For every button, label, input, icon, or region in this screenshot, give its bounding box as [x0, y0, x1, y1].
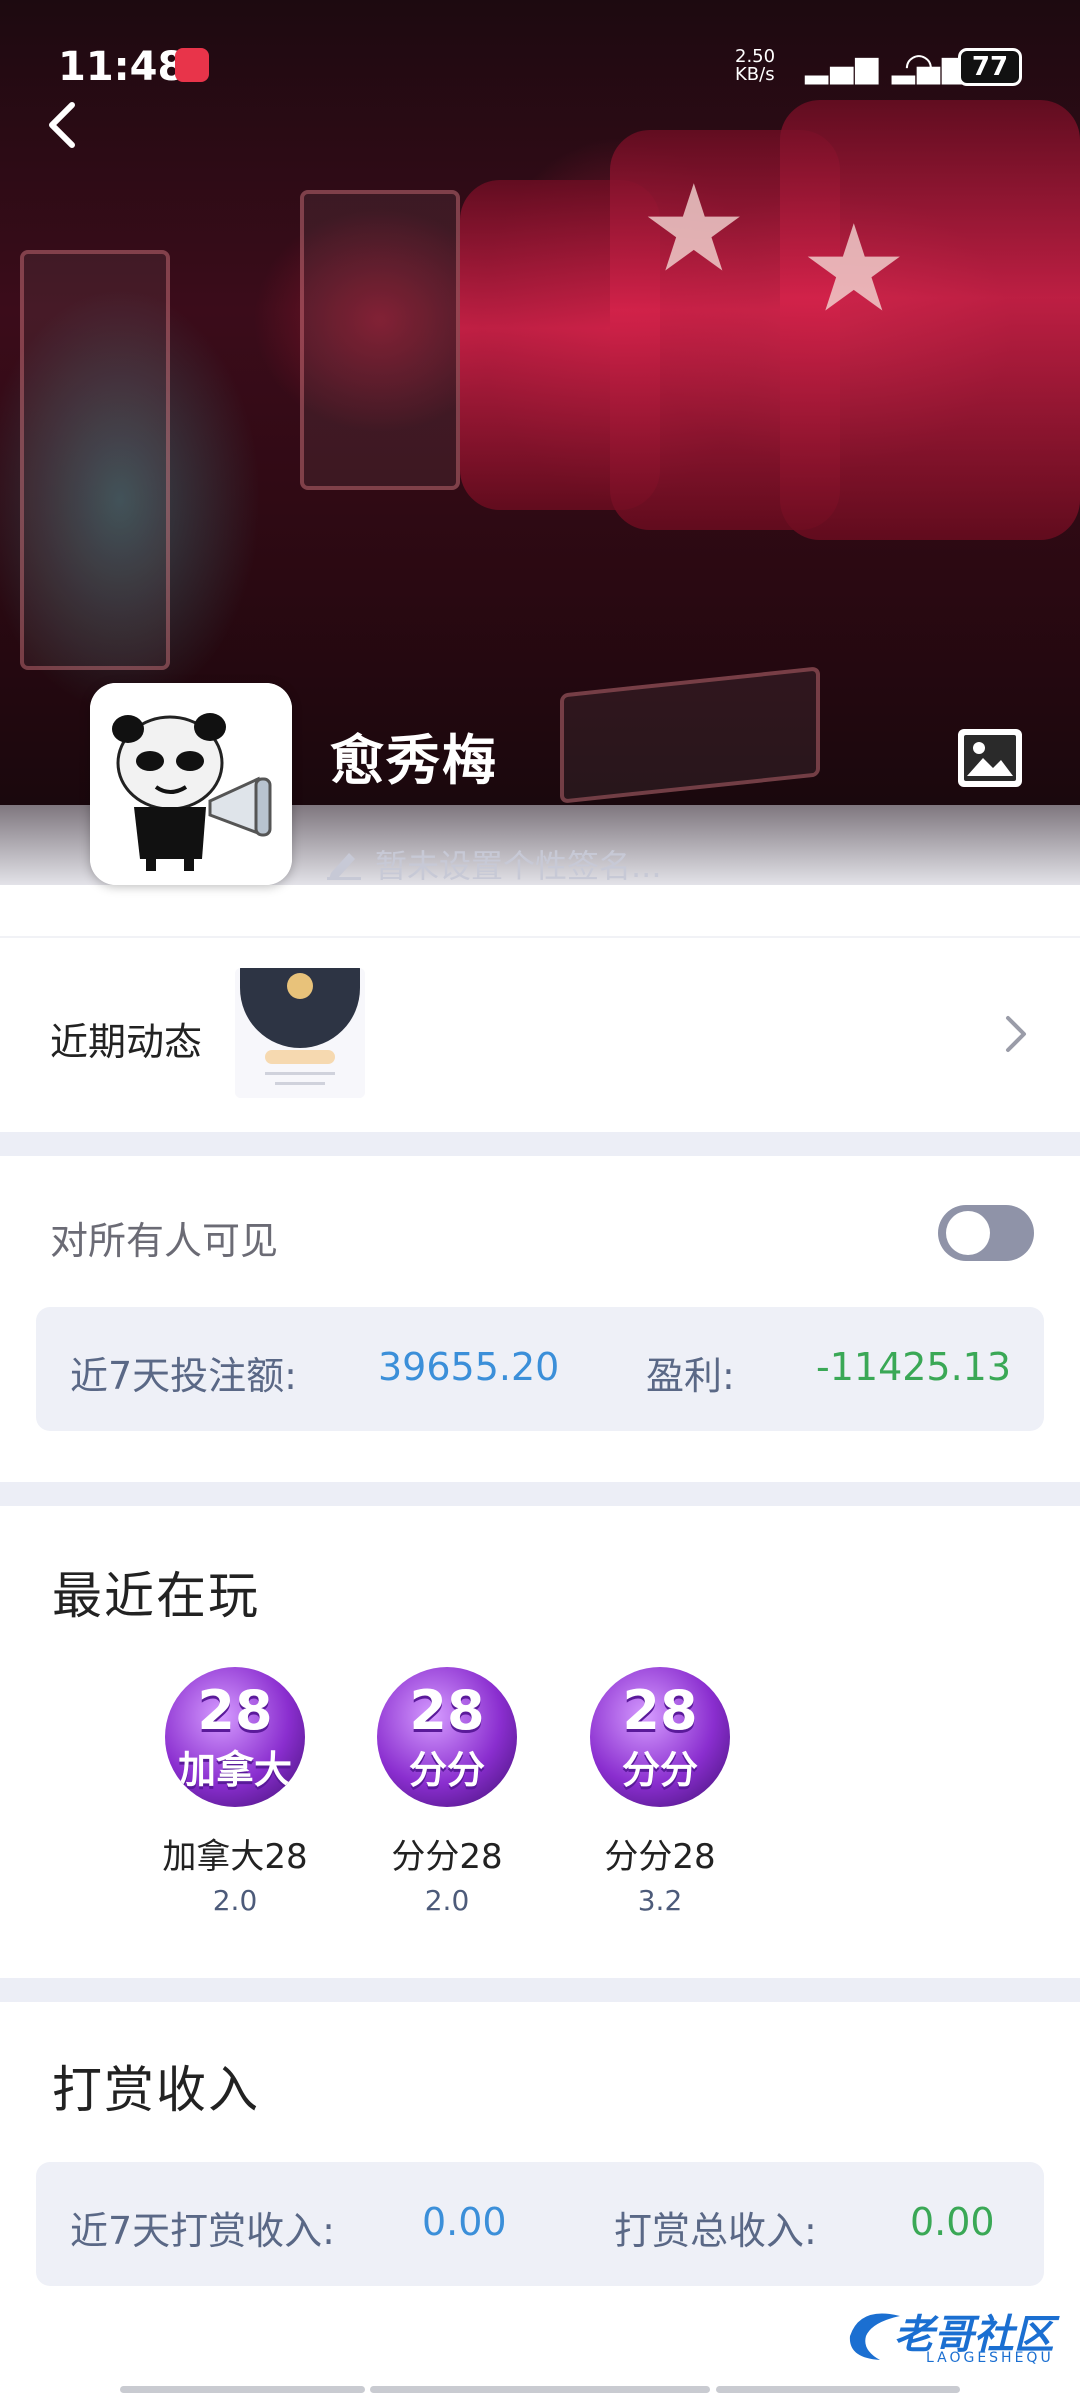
image-icon	[958, 729, 1022, 787]
signal-icon: ▂▄▆ ▂▄▆	[805, 50, 967, 85]
signature-placeholder: 暂未设置个性签名...	[375, 847, 662, 885]
wifi-icon: ◠	[904, 46, 934, 86]
nav-indicator	[120, 2386, 365, 2393]
game-name: 加拿大28	[162, 1837, 308, 1877]
change-background-button[interactable]	[955, 726, 1025, 790]
recent-activity-thumbnail[interactable]	[235, 968, 365, 1098]
recent-activity-chevron[interactable]	[1000, 1012, 1030, 1056]
app-notification-icon	[175, 48, 209, 82]
watermark-logo: 老哥社区 LAOGESHEQU	[840, 2300, 1070, 2372]
username: 愈秀梅	[330, 729, 498, 792]
tip-income-title: 打赏收入	[52, 2061, 260, 2119]
week-tip-label: 近7天打赏收入:	[70, 2209, 335, 2253]
game-icon-subtitle: 分分	[621, 1748, 698, 1792]
visibility-toggle[interactable]	[938, 1205, 1034, 1261]
profit-value: -11425.13	[816, 1345, 1012, 1389]
roulette-thumbnail-image	[235, 968, 365, 1098]
game-icon: 28 加拿大	[165, 1667, 305, 1807]
nav-indicator	[370, 2386, 710, 2393]
game-icon-number: 28	[622, 1679, 698, 1742]
bet-amount-value: 39655.20	[378, 1345, 560, 1389]
edit-pencil-icon	[327, 853, 361, 880]
game-icon-number: 28	[409, 1679, 485, 1742]
network-speed: 2.50 KB/s	[735, 46, 776, 85]
panda-meme-avatar	[90, 683, 292, 885]
section-separator	[0, 1978, 1080, 2002]
betting-stats-box: 近7天投注额: 39655.20 盈利: -11425.13	[36, 1307, 1044, 1431]
tip-income-box: 近7天打赏收入: 0.00 打赏总收入: 0.00	[36, 2162, 1044, 2286]
nav-indicator	[716, 2386, 960, 2393]
avatar[interactable]	[90, 683, 292, 885]
game-item[interactable]: 28 分分 分分28 3.2	[575, 1667, 745, 1917]
week-tip-value: 0.00	[422, 2200, 507, 2244]
back-button[interactable]	[40, 95, 90, 155]
game-version: 2.0	[424, 1884, 470, 1917]
profit-label: 盈利:	[646, 1354, 735, 1398]
game-name: 分分28	[391, 1837, 503, 1877]
game-icon-subtitle: 分分	[408, 1748, 485, 1792]
game-item[interactable]: 28 分分 分分28 2.0	[362, 1667, 532, 1917]
status-time: 11:48	[58, 44, 186, 90]
visibility-label: 对所有人可见	[50, 1219, 279, 1263]
recent-activity-label: 近期动态	[50, 1020, 203, 1064]
toggle-knob	[946, 1211, 990, 1255]
game-icon-number: 28	[197, 1679, 273, 1742]
game-icon: 28 分分	[377, 1667, 517, 1807]
section-separator	[0, 1482, 1080, 1506]
section-separator	[0, 1132, 1080, 1156]
back-arrow-icon	[49, 102, 75, 148]
total-tip-value: 0.00	[910, 2200, 995, 2244]
status-bar: 11:48 2.50 KB/s ▂▄▆ ▂▄▆ ◠ 77	[0, 0, 1080, 130]
game-version: 2.0	[212, 1884, 258, 1917]
game-icon: 28 分分	[590, 1667, 730, 1807]
game-version: 3.2	[637, 1884, 683, 1917]
recent-activity-row[interactable]: 近期动态	[0, 936, 1080, 1132]
watermark-subtext: LAOGESHEQU	[926, 2350, 1054, 2366]
game-icon-subtitle: 加拿大	[177, 1748, 292, 1792]
recently-played-title: 最近在玩	[52, 1567, 260, 1625]
battery-icon: 77	[958, 48, 1022, 86]
chevron-right-icon	[1006, 1016, 1026, 1052]
bet-amount-label: 近7天投注额:	[70, 1354, 297, 1398]
game-item[interactable]: 28 加拿大 加拿大28 2.0	[150, 1667, 320, 1917]
game-name: 分分28	[604, 1837, 716, 1877]
signature-field[interactable]: 暂未设置个性签名...	[325, 842, 662, 886]
total-tip-label: 打赏总收入:	[614, 2209, 817, 2253]
